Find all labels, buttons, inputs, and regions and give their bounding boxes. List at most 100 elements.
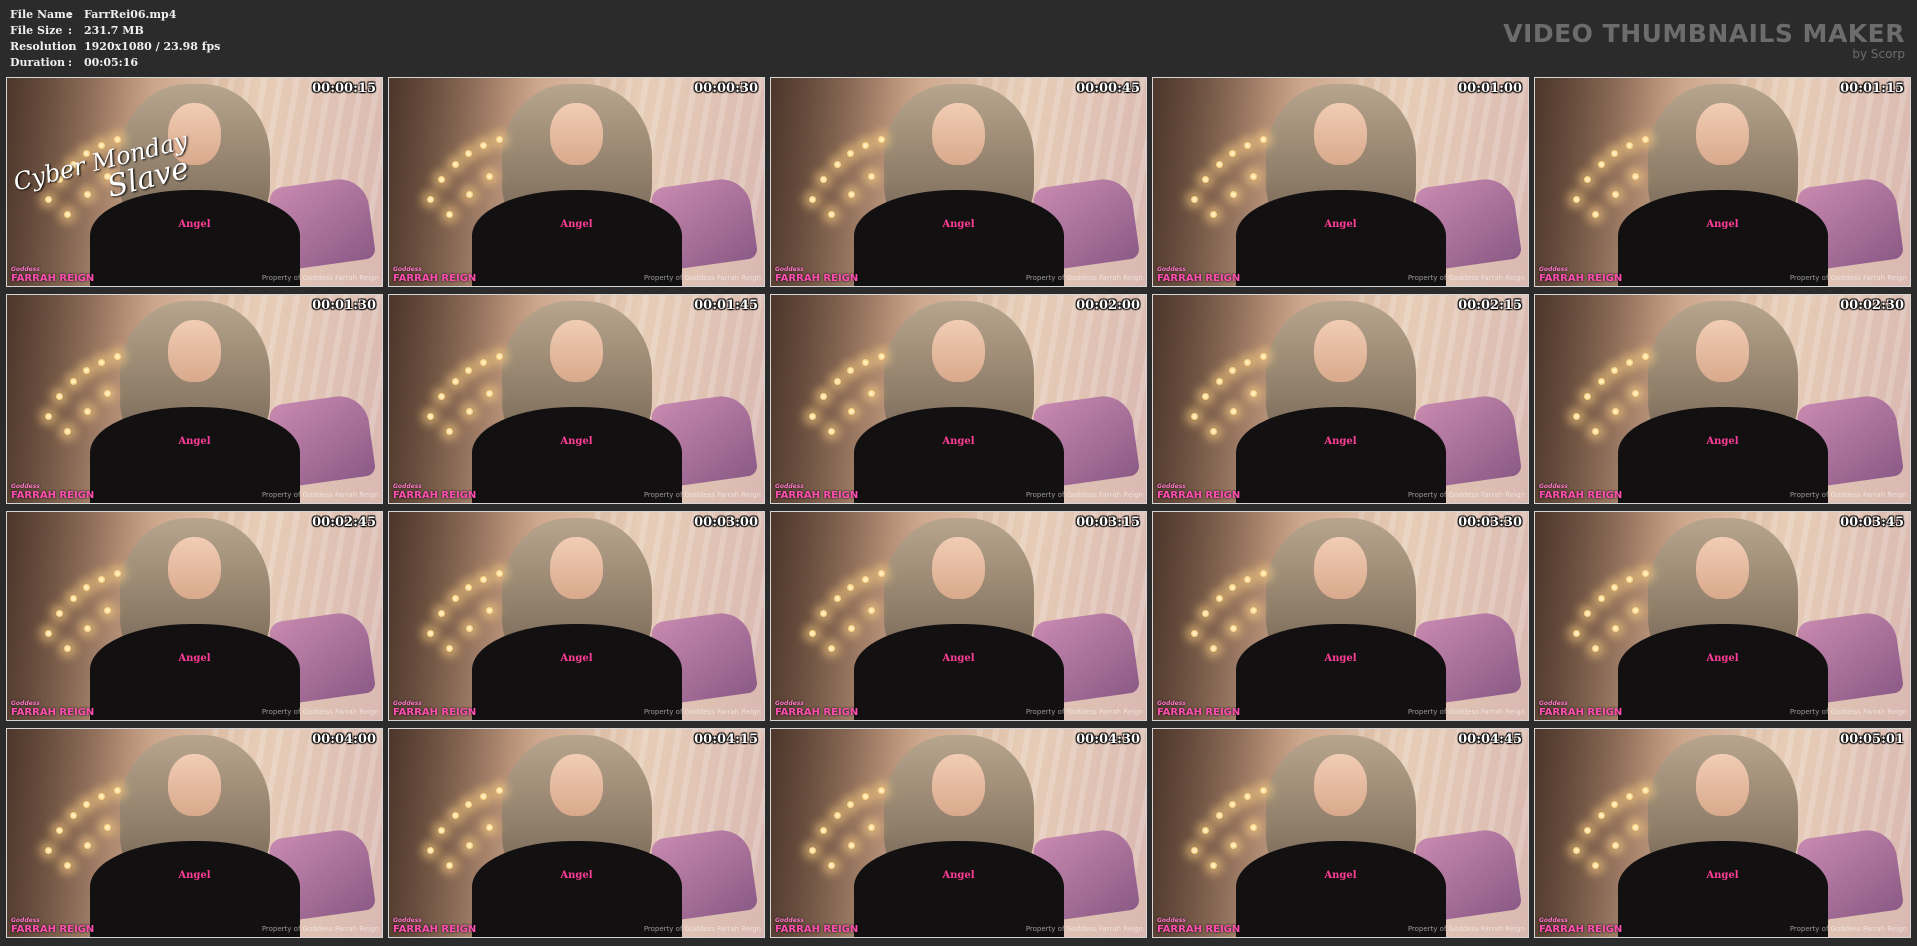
light-bulb-icon <box>1259 569 1269 579</box>
info-row-duration: Duration : 00:05:16 <box>10 55 220 71</box>
channel-logo: Goddess FARRAH REIGN <box>1539 918 1622 936</box>
info-row-file-name: File Name : FarrRei06.mp4 <box>10 7 220 23</box>
light-bulb-icon <box>81 582 91 592</box>
video-thumbnail[interactable]: Angel 00:02:00 Goddess FARRAH REIGN Property… <box>770 294 1147 504</box>
light-bulb-icon <box>1630 388 1640 398</box>
light-bulb-icon <box>1630 171 1640 181</box>
video-thumbnail[interactable]: Angel 00:03:00 Goddess FARRAH REIGN Property… <box>388 511 765 721</box>
light-bulb-icon <box>1209 643 1219 653</box>
light-bulb-icon <box>1189 411 1199 421</box>
thumbnail-timestamp: 00:00:30 <box>694 81 758 96</box>
info-row-file-size: File Size : 231.7 MB <box>10 23 220 39</box>
video-thumbnail[interactable]: Angel 00:02:15 Goddess FARRAH REIGN Property… <box>1152 294 1529 504</box>
brand-title: VIDEO THUMBNAILS MAKER <box>1503 19 1905 48</box>
light-bulb-icon <box>97 357 107 367</box>
light-bulb-icon <box>827 209 837 219</box>
shirt-print: Angel <box>942 218 975 230</box>
video-thumbnail[interactable]: Angel 00:00:30 Goddess FARRAH REIGN Property… <box>388 77 765 287</box>
video-thumbnail[interactable]: Angel 00:04:15 Goddess FARRAH REIGN Property… <box>388 728 765 938</box>
video-thumbnail[interactable]: Angel 00:00:45 Goddess FARRAH REIGN Property… <box>770 77 1147 287</box>
video-thumbnail[interactable]: Angel 00:01:15 Goddess FARRAH REIGN Property… <box>1534 77 1911 287</box>
light-bulb-icon <box>1630 822 1640 832</box>
light-bulb-icon <box>1591 860 1601 870</box>
light-bulb-icon <box>495 135 505 145</box>
light-bulb-icon <box>1591 643 1601 653</box>
channel-logo: Goddess FARRAH REIGN <box>11 267 94 285</box>
shirt-print: Angel <box>1324 652 1357 664</box>
light-bulb-icon <box>43 411 53 421</box>
shirt-print: Angel <box>560 218 593 230</box>
channel-logo-text: FARRAH REIGN <box>1157 707 1241 718</box>
video-thumbnail[interactable]: Angel 00:05:01 Goddess FARRAH REIGN Property… <box>1534 728 1911 938</box>
thumbnail-timestamp: 00:03:15 <box>1076 515 1140 530</box>
video-thumbnail[interactable]: Angel 00:03:45 Goddess FARRAH REIGN Property… <box>1534 511 1911 721</box>
person-face <box>168 319 221 383</box>
string-lights <box>419 775 550 889</box>
light-bulb-icon <box>484 822 494 832</box>
light-bulb-icon <box>1571 628 1581 638</box>
channel-logo: Goddess FARRAH REIGN <box>11 484 95 502</box>
video-thumbnail[interactable]: Angel 00:03:30 Goddess FARRAH REIGN Property… <box>1152 511 1529 721</box>
watermark-text: Property of Goddess Farrah Reign <box>1025 274 1143 282</box>
light-bulb-icon <box>1201 392 1211 402</box>
light-bulb-icon <box>437 175 447 185</box>
light-bulb-icon <box>463 582 473 592</box>
light-bulb-icon <box>450 594 460 604</box>
light-bulb-icon <box>463 365 473 375</box>
video-thumbnail[interactable]: Angel 00:04:00 Goddess FARRAH REIGN Property… <box>6 728 383 938</box>
info-separator: : <box>68 56 73 69</box>
channel-logo-text: FARRAH REIGN <box>775 707 859 718</box>
thumbnail-timestamp: 00:04:15 <box>694 732 758 747</box>
light-bulb-icon <box>1583 175 1593 185</box>
shirt-print: Angel <box>178 869 211 881</box>
video-thumbnail[interactable]: Angel 00:01:30 Goddess FARRAH REIGN Property… <box>6 294 383 504</box>
watermark-text: Property of Goddess Farrah Reign <box>261 274 379 282</box>
video-thumbnail[interactable]: Angel 00:00:15 Goddess FARRAH REIGN Property… <box>6 77 383 287</box>
thumbnail-timestamp: 00:00:45 <box>1076 81 1140 96</box>
video-thumbnail[interactable]: Angel 00:03:15 Goddess FARRAH REIGN Property… <box>770 511 1147 721</box>
light-bulb-icon <box>1625 140 1635 150</box>
light-bulb-icon <box>68 377 78 387</box>
channel-logo-text: FARRAH REIGN <box>393 924 477 935</box>
watermark-text: Property of Goddess Farrah Reign <box>1789 274 1907 282</box>
video-thumbnail[interactable]: Angel 00:01:00 Goddess FARRAH REIGN Property… <box>1152 77 1529 287</box>
shirt-print: Angel <box>560 652 593 664</box>
watermark-text: Property of Goddess Farrah Reign <box>261 925 379 933</box>
shirt-print: Angel <box>560 435 593 447</box>
watermark-text: Property of Goddess Farrah Reign <box>643 491 761 499</box>
channel-logo-text: FARRAH REIGN <box>11 490 95 501</box>
video-thumbnail[interactable]: Angel 00:04:30 Goddess FARRAH REIGN Property… <box>770 728 1147 938</box>
video-thumbnail[interactable]: Angel 00:02:45 Goddess FARRAH REIGN Property… <box>6 511 383 721</box>
light-bulb-icon <box>113 786 123 796</box>
watermark-text: Property of Goddess Farrah Reign <box>1789 925 1907 933</box>
light-bulb-icon <box>1248 388 1258 398</box>
person-face <box>932 319 985 383</box>
light-bulb-icon <box>1228 190 1238 200</box>
light-bulb-icon <box>1591 209 1601 219</box>
light-bulb-icon <box>463 148 473 158</box>
string-lights <box>1183 124 1314 238</box>
video-thumbnail[interactable]: Angel 00:01:45 Goddess FARRAH REIGN Property… <box>388 294 765 504</box>
video-thumbnail[interactable]: Angel 00:04:45 Goddess FARRAH REIGN Property… <box>1152 728 1529 938</box>
video-thumbnail[interactable]: Angel 00:02:30 Goddess FARRAH REIGN Property… <box>1534 294 1911 504</box>
light-bulb-icon <box>1583 392 1593 402</box>
channel-logo-text: FARRAH REIGN <box>393 490 477 501</box>
string-lights <box>801 124 932 238</box>
person-face <box>550 753 603 817</box>
person-face <box>168 753 221 817</box>
shirt-print: Angel <box>942 869 975 881</box>
light-bulb-icon <box>495 569 505 579</box>
light-bulb-icon <box>63 426 73 436</box>
watermark-text: Property of Goddess Farrah Reign <box>1789 708 1907 716</box>
thumbnail-timestamp: 00:03:45 <box>1840 515 1904 530</box>
light-bulb-icon <box>1641 352 1651 362</box>
person-face <box>1314 319 1367 383</box>
light-bulb-icon <box>68 594 78 604</box>
person-face <box>1696 753 1749 817</box>
light-bulb-icon <box>479 791 489 801</box>
light-bulb-icon <box>450 811 460 821</box>
channel-logo-text: FARRAH REIGN <box>1539 490 1623 501</box>
light-bulb-icon <box>445 209 455 219</box>
channel-logo: Goddess FARRAH REIGN <box>393 918 477 936</box>
string-lights <box>419 341 550 455</box>
